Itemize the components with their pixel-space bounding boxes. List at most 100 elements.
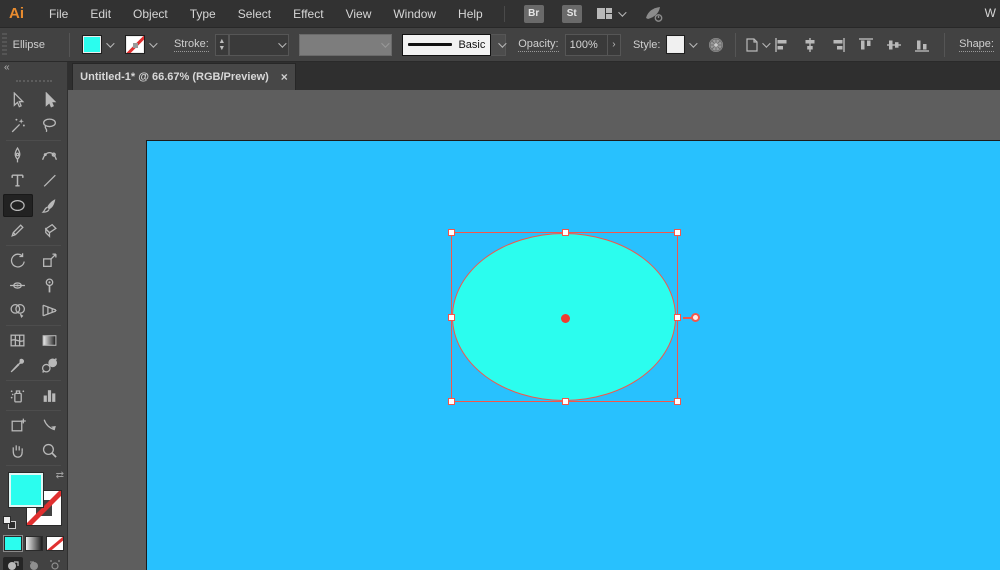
- panel-collapse-button[interactable]: «: [0, 62, 67, 76]
- align-right-icon[interactable]: [826, 33, 850, 57]
- opacity-more-button[interactable]: ›: [608, 34, 621, 56]
- zoom-tool[interactable]: [35, 439, 65, 462]
- recolor-artwork-icon[interactable]: [705, 33, 727, 57]
- align-top-icon[interactable]: [854, 33, 878, 57]
- draw-inside-button[interactable]: [45, 557, 65, 570]
- line-segment-tool[interactable]: [35, 169, 65, 192]
- tool-row: [0, 143, 67, 168]
- shaper-tool[interactable]: [3, 219, 33, 242]
- handle-middle-left[interactable]: [448, 314, 455, 321]
- menu-item-edit[interactable]: Edit: [79, 0, 122, 28]
- brush-definition-field[interactable]: Basic: [402, 34, 492, 56]
- style-swatch[interactable]: [666, 35, 685, 54]
- handle-bottom-left[interactable]: [448, 398, 455, 405]
- menu-item-view[interactable]: View: [335, 0, 383, 28]
- paintbrush-tool[interactable]: [35, 194, 65, 217]
- ellipse-tool[interactable]: [3, 194, 33, 217]
- align-left-icon[interactable]: [770, 33, 794, 57]
- style-label: Style:: [633, 39, 661, 51]
- pen-tool[interactable]: [3, 144, 33, 167]
- fill-proxy-swatch[interactable]: [8, 472, 44, 508]
- color-button[interactable]: [4, 536, 22, 551]
- stroke-width-dropdown[interactable]: [229, 34, 289, 56]
- handle-middle-right[interactable]: [674, 314, 681, 321]
- document-tab[interactable]: Untitled-1* @ 66.67% (RGB/Preview) ×: [72, 63, 296, 90]
- align-bottom-icon[interactable]: [910, 33, 934, 57]
- menu-item-window[interactable]: Window: [382, 0, 447, 28]
- handle-bottom-right[interactable]: [674, 398, 681, 405]
- direct-selection-tool[interactable]: [35, 89, 65, 112]
- blend-tool[interactable]: [35, 354, 65, 377]
- align-to-selection-icon[interactable]: [744, 33, 768, 57]
- swap-fill-stroke-icon[interactable]: ⇄: [56, 470, 64, 481]
- fill-color-control[interactable]: [82, 35, 117, 54]
- type-tool[interactable]: [3, 169, 33, 192]
- gradient-button[interactable]: [25, 536, 43, 551]
- column-graph-tool[interactable]: [35, 384, 65, 407]
- none-button[interactable]: [46, 536, 64, 551]
- canvas-pasteboard[interactable]: [68, 90, 1000, 570]
- workspace-switcher-icon[interactable]: [597, 8, 624, 19]
- align-horizontal-center-icon[interactable]: [798, 33, 822, 57]
- menu-item-type[interactable]: Type: [179, 0, 227, 28]
- slice-tool[interactable]: [35, 414, 65, 437]
- bridge-button[interactable]: Br: [524, 5, 544, 23]
- panel-grip[interactable]: [2, 33, 7, 57]
- stroke-width-stepper[interactable]: ▲▼: [215, 34, 229, 56]
- align-vertical-center-icon[interactable]: [882, 33, 906, 57]
- stroke-swatch-none[interactable]: [125, 35, 145, 54]
- opacity-label[interactable]: Opacity:: [518, 38, 558, 52]
- symbol-sprayer-tool[interactable]: [3, 384, 33, 407]
- handle-bottom-middle[interactable]: [562, 398, 569, 405]
- handle-top-right[interactable]: [674, 229, 681, 236]
- hand-tool[interactable]: [3, 439, 33, 462]
- rotate-tool[interactable]: [3, 249, 33, 272]
- fill-swatch[interactable]: [82, 35, 102, 54]
- handle-top-middle[interactable]: [562, 229, 569, 236]
- width-tool[interactable]: [3, 274, 33, 297]
- gpu-performance-icon[interactable]: [642, 2, 666, 26]
- eyedropper-tool[interactable]: [3, 354, 33, 377]
- puppet-warp-tool[interactable]: [35, 274, 65, 297]
- tool-row: [0, 168, 67, 193]
- selection-tool[interactable]: [3, 89, 33, 112]
- center-point[interactable]: [561, 314, 570, 323]
- divider: [6, 245, 61, 246]
- panel-grip-dots[interactable]: [16, 80, 52, 82]
- gradient-tool[interactable]: [35, 329, 65, 352]
- divider: [6, 465, 61, 466]
- stock-button[interactable]: St: [562, 5, 582, 23]
- lasso-tool[interactable]: [35, 114, 65, 137]
- magic-wand-tool[interactable]: [3, 114, 33, 137]
- fill-dropdown-button[interactable]: [102, 35, 117, 54]
- shape-builder-tool[interactable]: [3, 299, 33, 322]
- shape-label[interactable]: Shape:: [959, 38, 994, 52]
- tool-row: [0, 353, 67, 378]
- menu-item-file[interactable]: File: [38, 0, 79, 28]
- close-tab-icon[interactable]: ×: [281, 70, 288, 84]
- pie-angle-widget[interactable]: [691, 313, 700, 322]
- stroke-label[interactable]: Stroke:: [174, 38, 209, 52]
- opacity-field[interactable]: 100%: [565, 34, 608, 56]
- artboard[interactable]: [146, 140, 1000, 570]
- draw-normal-button[interactable]: [3, 557, 23, 570]
- brush-dropdown-button[interactable]: [491, 34, 506, 56]
- width-profile-dropdown: [299, 34, 392, 56]
- curvature-tool[interactable]: [35, 144, 65, 167]
- menu-item-effect[interactable]: Effect: [282, 0, 334, 28]
- tools-panel: « ⇄: [0, 62, 68, 570]
- artboard-tool-tool[interactable]: [3, 414, 33, 437]
- stroke-dropdown-button[interactable]: [145, 35, 160, 54]
- menu-item-object[interactable]: Object: [122, 0, 179, 28]
- menu-item-help[interactable]: Help: [447, 0, 494, 28]
- default-fill-stroke-icon[interactable]: [3, 516, 17, 530]
- handle-top-left[interactable]: [448, 229, 455, 236]
- draw-behind-button[interactable]: [24, 557, 44, 570]
- perspective-grid-tool[interactable]: [35, 299, 65, 322]
- stroke-color-control[interactable]: [125, 35, 160, 54]
- menu-item-select[interactable]: Select: [227, 0, 282, 28]
- mesh-tool[interactable]: [3, 329, 33, 352]
- style-dropdown-button[interactable]: [685, 35, 699, 54]
- scale-tool[interactable]: [35, 249, 65, 272]
- eraser-tool[interactable]: [35, 219, 65, 242]
